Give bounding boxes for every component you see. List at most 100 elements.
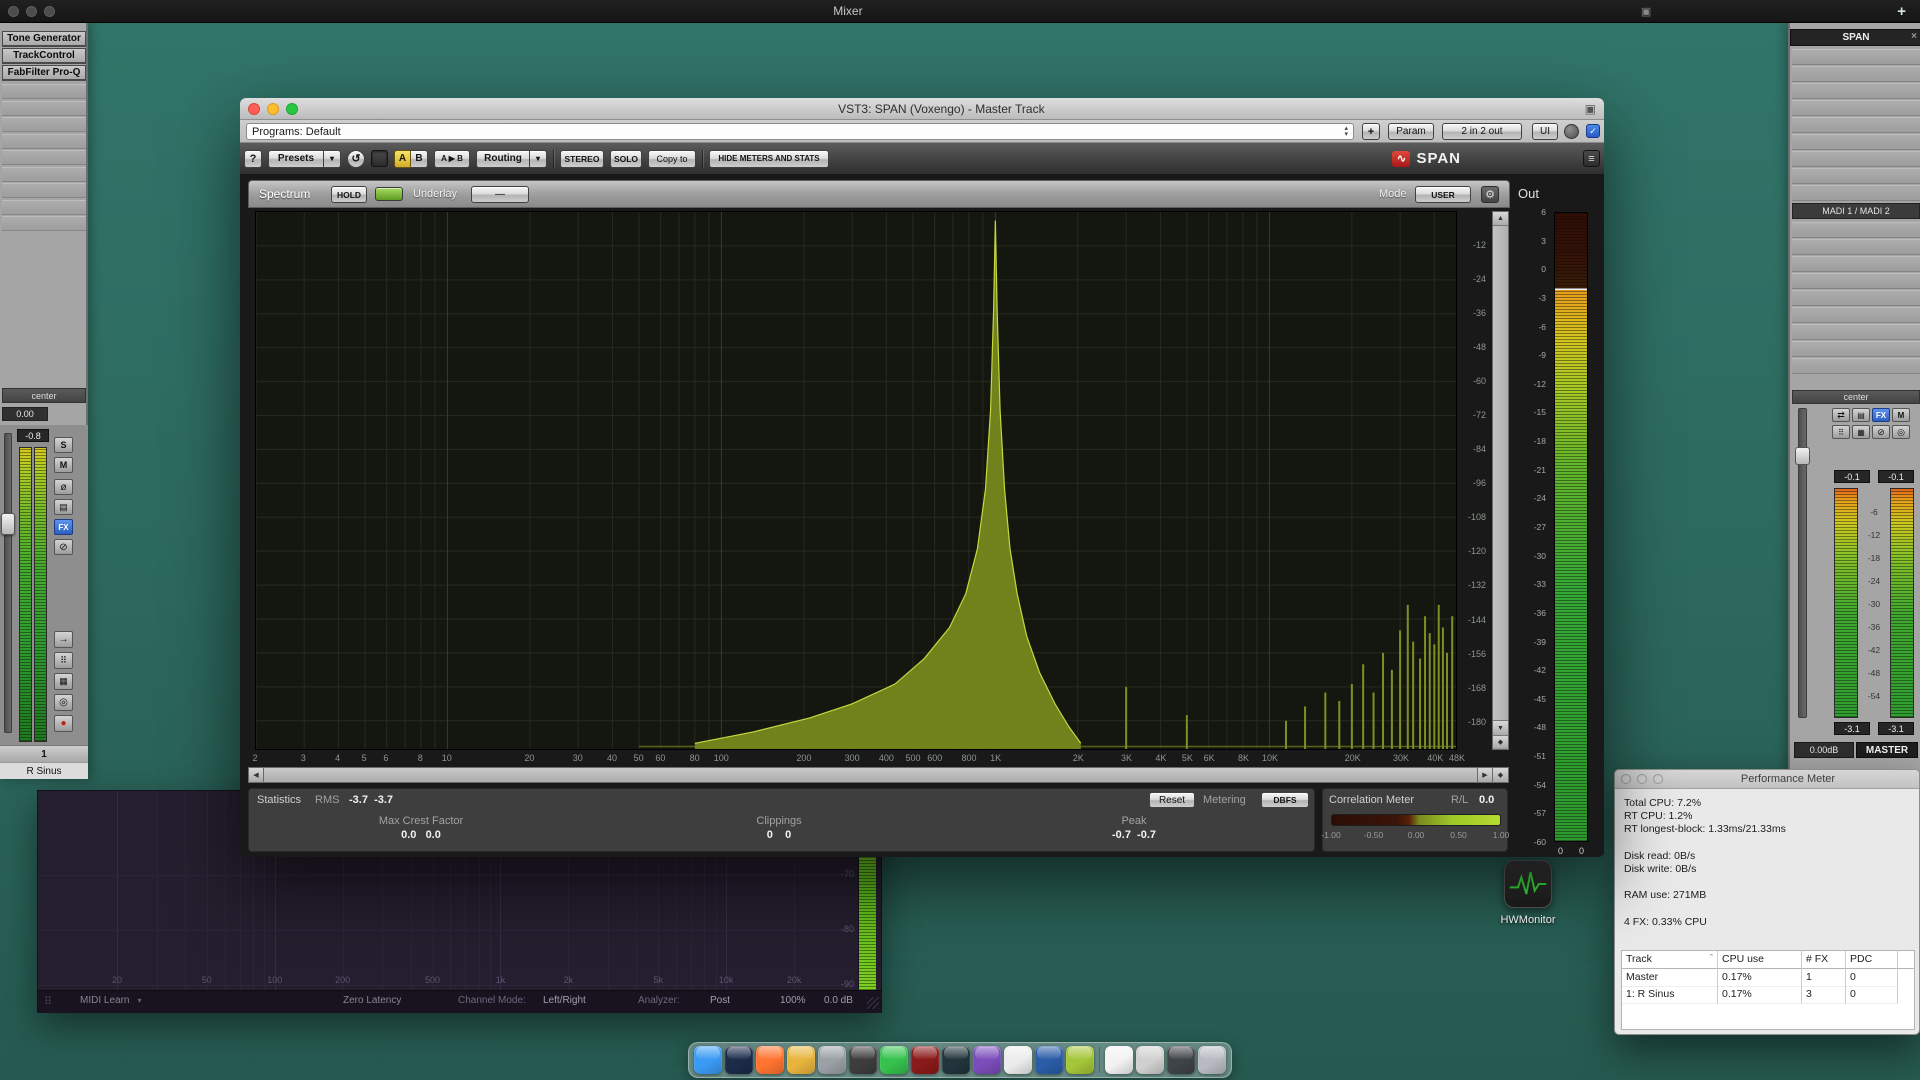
fader-handle[interactable] (1795, 447, 1810, 465)
io-routing-label[interactable]: MADI 1 / MADI 2 (1792, 203, 1920, 219)
bypass-button[interactable]: ⊘ (54, 539, 73, 555)
close-button[interactable] (1621, 774, 1631, 784)
empty-insert-slot[interactable] (2, 167, 86, 182)
plugin-slot[interactable]: Tone Generator (2, 31, 86, 47)
table-cell[interactable]: 0.17% (1718, 969, 1802, 987)
master-gain-readout[interactable]: 0.00dB (1794, 742, 1854, 758)
track-number[interactable]: 1 (0, 745, 88, 762)
hide-meters-button[interactable]: HIDE METERS AND STATS (709, 150, 829, 168)
ab-slot-a-button[interactable]: A (394, 150, 411, 168)
global-menu-button[interactable]: ≡ (1583, 150, 1600, 167)
sort-caret-icon[interactable]: ˆ (1710, 953, 1713, 963)
empty-insert-slot[interactable] (1792, 273, 1920, 289)
dock-icon-12[interactable] (1035, 1046, 1063, 1074)
empty-insert-slot[interactable] (1792, 49, 1920, 65)
performance-track-table[interactable]: TrackˆCPU use# FXPDCMaster0.17%101: R Si… (1621, 950, 1915, 1030)
zoom-button[interactable] (44, 6, 55, 17)
presets-button[interactable]: Presets (268, 150, 324, 168)
zoom-value[interactable]: 100% (780, 995, 806, 1006)
empty-insert-slot[interactable] (1792, 358, 1920, 374)
output-gain-value[interactable]: 0.0 dB (824, 995, 853, 1006)
empty-insert-slot[interactable] (1792, 341, 1920, 357)
a-to-b-copy-button[interactable]: A ▶ B (434, 150, 470, 168)
presets-dropdown-button[interactable]: ▾ (324, 150, 341, 168)
fader-track[interactable] (4, 433, 12, 733)
empty-insert-slot[interactable] (2, 134, 86, 149)
stepper-icon[interactable]: ▴▾ (1344, 126, 1348, 138)
performance-meter-window[interactable]: Performance Meter Total CPU: 7.2%RT CPU:… (1614, 769, 1920, 1035)
scroll-right-button[interactable]: ▶ (1477, 767, 1493, 783)
empty-insert-slot[interactable] (2, 150, 86, 165)
table-cell[interactable]: 0 (1846, 986, 1898, 1004)
close-button[interactable] (8, 6, 19, 17)
dock-icon-10[interactable] (973, 1046, 1001, 1074)
rows-button[interactable]: ▤ (1852, 408, 1870, 422)
mute-button[interactable]: M (1892, 408, 1910, 422)
hwmonitor-desktop-icon[interactable]: HWMonitor (1480, 860, 1576, 932)
empty-insert-slot[interactable] (1792, 66, 1920, 82)
empty-insert-slot[interactable] (1792, 307, 1920, 323)
grip-icon[interactable]: ⠿ (44, 995, 52, 1008)
close-button[interactable] (248, 103, 260, 115)
empty-insert-slot[interactable] (1792, 185, 1920, 201)
dock-icon-5[interactable] (818, 1046, 846, 1074)
empty-insert-slot[interactable] (1792, 256, 1920, 272)
empty-insert-slot[interactable] (2, 117, 86, 132)
dock-icon-15[interactable] (1136, 1046, 1164, 1074)
midi-learn-button[interactable]: MIDI Learn ▾ (80, 995, 141, 1006)
hold-button[interactable]: HOLD (331, 186, 367, 203)
routing-dropdown-button[interactable]: ▾ (530, 150, 547, 168)
solo-button[interactable]: SOLO (610, 150, 642, 168)
io-config-button[interactable]: 2 in 2 out (1442, 123, 1522, 140)
minimize-button[interactable] (26, 6, 37, 17)
dock-icon-4[interactable] (787, 1046, 815, 1074)
active-checkbox[interactable]: ✓ (1586, 124, 1600, 138)
help-button[interactable]: ? (244, 150, 262, 168)
scroll-up-button[interactable]: ▲ (1493, 212, 1508, 226)
zoom-button[interactable] (286, 103, 298, 115)
underlay-select-button[interactable]: — (471, 186, 529, 203)
window-titlebar[interactable]: VST3: SPAN (Voxengo) - Master Track ▣ (240, 98, 1604, 120)
plugin-slot[interactable]: FabFilter Pro-Q (2, 65, 86, 81)
window-tile-icon[interactable]: ▣ (1641, 5, 1651, 18)
record-arm-button[interactable]: ● (54, 715, 73, 732)
empty-insert-slot[interactable] (1792, 168, 1920, 184)
metering-mode-button[interactable]: DBFS (1261, 792, 1309, 808)
spectrum-tab-label[interactable]: Spectrum (259, 187, 310, 201)
ui-button[interactable]: UI (1532, 123, 1558, 140)
scroll-thumb[interactable] (264, 768, 1477, 782)
dock-icon-trash[interactable] (1198, 1046, 1226, 1074)
matrix-button[interactable]: ▦ (1852, 425, 1870, 439)
spectrum-settings-button[interactable]: ⚙ (1481, 186, 1499, 203)
dock-icon-9[interactable] (942, 1046, 970, 1074)
compare-toggle[interactable] (371, 150, 388, 167)
empty-insert-slot[interactable] (1792, 151, 1920, 167)
dock-icon-7[interactable] (880, 1046, 908, 1074)
master-track-label[interactable]: MASTER (1856, 742, 1918, 758)
table-cell[interactable]: 0 (1846, 969, 1898, 987)
scroll-track[interactable] (264, 767, 1477, 783)
copy-to-button[interactable]: Copy to (648, 150, 696, 168)
reset-button[interactable]: Reset (1149, 792, 1195, 808)
undo-button[interactable]: ↺ (347, 150, 365, 168)
dock-icon-6[interactable] (849, 1046, 877, 1074)
pan-value[interactable]: 0.00 (2, 407, 48, 421)
resize-handle[interactable] (867, 997, 879, 1009)
pan-label[interactable]: center (2, 388, 86, 403)
dock-icon-14[interactable] (1105, 1046, 1133, 1074)
scroll-left-button[interactable]: ◀ (248, 767, 264, 783)
minimize-button[interactable] (1637, 774, 1647, 784)
minimize-button[interactable] (267, 103, 279, 115)
empty-insert-slot[interactable] (2, 183, 86, 198)
window-mode-icon[interactable]: ▣ (1585, 102, 1596, 116)
dock-icon-2[interactable] (725, 1046, 753, 1074)
routing-button[interactable]: → (54, 631, 73, 648)
ab-slot-b-button[interactable]: B (411, 150, 428, 168)
close-icon[interactable]: × (1911, 31, 1917, 42)
routing-button[interactable]: Routing (476, 150, 530, 168)
channel-mode-value[interactable]: Left/Right (543, 995, 586, 1006)
grid-button[interactable]: ⠿ (54, 652, 73, 669)
mode-select-button[interactable]: USER (1415, 186, 1471, 203)
empty-insert-slot[interactable] (1792, 134, 1920, 150)
param-button[interactable]: Param (1388, 123, 1434, 140)
